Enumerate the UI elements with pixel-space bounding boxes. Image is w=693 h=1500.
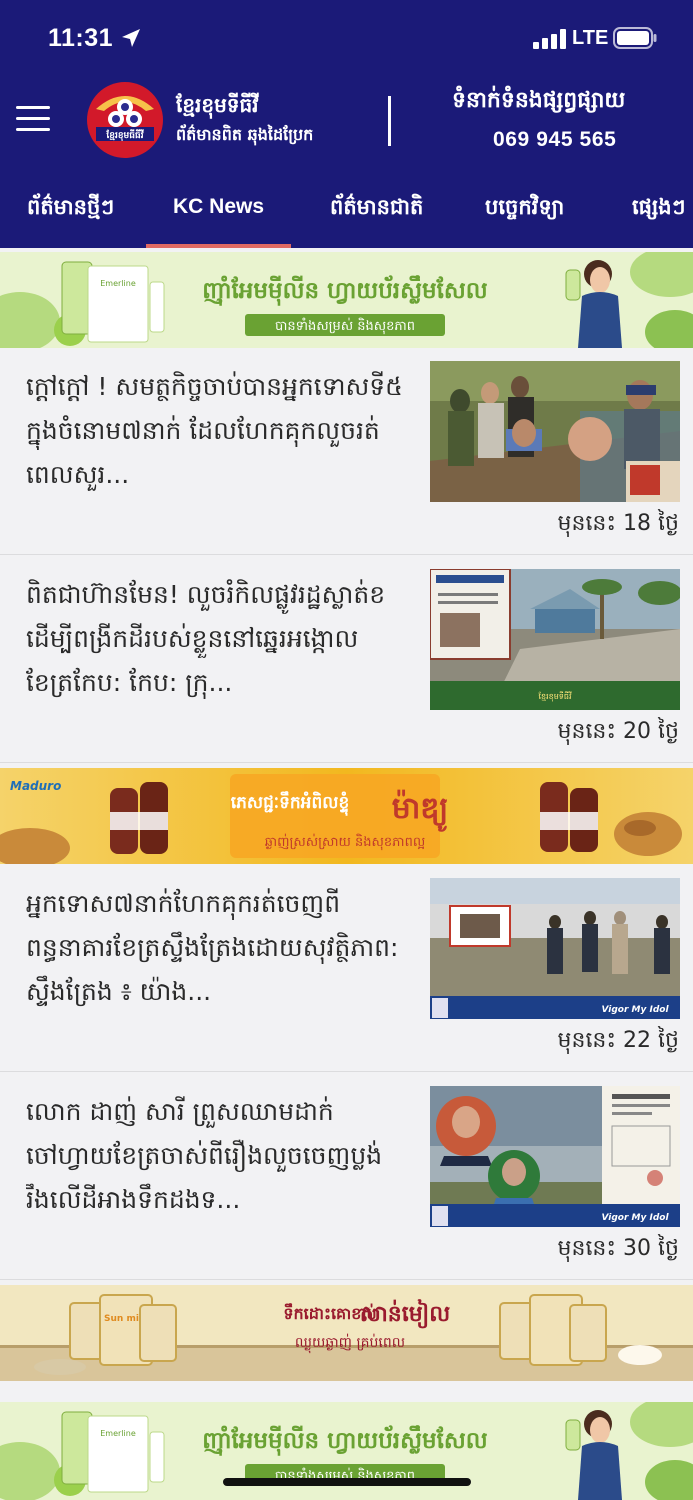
active-tab-indicator — [146, 244, 292, 248]
tab-technology[interactable]: បច្ចេកវិទ្យា — [485, 180, 564, 248]
tab-latest-news[interactable]: ព័ត៌មានថ្មីៗ — [27, 180, 114, 248]
brand-logo[interactable]: ខ្មែរខុមធីធីវី — [86, 81, 164, 159]
news-thumbnail: Vigor My Idol — [430, 1086, 680, 1227]
news-item[interactable]: ពិតជាហ៊ានមែន! លួចរំកិលផ្លូវរដ្ឋស្លាត់ខដើ… — [0, 557, 693, 763]
ad-banner-maduro[interactable]: Maduro ភេសជ្ជៈទឹកអំពិលខ្ទុំ ម៉ាឌ្យូ ឆ្ងា… — [0, 768, 693, 864]
ad-subline: បានទាំងសម្រស់ និងសុខភាព — [275, 317, 415, 335]
news-date: មុននេះ 18 ថ្ងៃ — [557, 511, 679, 536]
category-tabs: ព័ត៌មានថ្មីៗ KC News ព័ត៌មានជាតិ បច្ចេកវ… — [0, 180, 693, 248]
tab-national-news[interactable]: ព័ត៌មានជាតិ — [330, 180, 423, 248]
app-header: 11:31 LTE ខ្មែរខុមធីធីវី ខ្មែរខុមទីធីវី … — [0, 0, 693, 248]
signal-icon — [533, 29, 566, 49]
thumb-banner-text: Vigor My Idol — [601, 1005, 669, 1015]
tab-label: ព័ត៌មានជាតិ — [330, 195, 424, 219]
ad-headline: ញ៉ាំអែមម៉ីលីន ហ្វាយប័រស្លឹមសែល — [202, 1425, 488, 1456]
ad-brand-name: ម៉ាឌ្យូ — [392, 789, 449, 832]
ad-product-name: Emerline — [100, 279, 136, 288]
tab-label: ផ្សេងៗ — [632, 195, 686, 219]
news-date: មុននេះ 30 ថ្ងៃ — [557, 1236, 679, 1261]
tab-label: បច្ចេកវិទ្យា — [485, 195, 565, 219]
news-thumbnail: Vigor My Idol — [430, 878, 680, 1019]
ad-banner-emerline[interactable]: Emerline ញ៉ាំអែមម៉ីលីន ហ្វាយប័រស្លឹមសែល … — [0, 252, 693, 348]
news-title: លោក ដាញ់ សារី ព្រួសឈាមដាក់ចៅហ្វាយខែត្រចា… — [26, 1097, 383, 1214]
tab-others[interactable]: ផ្សេងៗ — [632, 180, 685, 248]
tab-label: ព័ត៌មានថ្មីៗ — [27, 195, 115, 219]
ad-brand-name: សាន់មៀល — [360, 1299, 450, 1329]
hamburger-menu-icon[interactable] — [16, 106, 50, 134]
tab-label: KC News — [173, 195, 265, 218]
tab-kc-news[interactable]: KC News — [146, 180, 292, 248]
thumb-banner-text: Vigor My Idol — [601, 1213, 669, 1223]
news-title: ក្តៅក្តៅ ! សមត្ថកិច្ចចាប់បានអ្នកទោសទី៥ ក… — [26, 372, 403, 489]
news-title: អ្នកទោស៧នាក់ហែកគុករត់ចេញពីពន្ធនាគារខែត្រ… — [26, 889, 399, 1006]
status-time: 11:31 — [48, 24, 114, 52]
ad-brand-mark: Maduro — [10, 779, 61, 793]
logo-wordmark: ខ្មែរខុមធីធីវី — [105, 129, 144, 142]
ad-banner-sunmilk[interactable]: Sun milk ទឹកដោះគោខាប់ សាន់មៀល ឈ្ងុយឆ្ងាញ… — [0, 1285, 693, 1381]
news-thumbnail — [430, 361, 680, 502]
news-date: មុននេះ 20 ថ្ងៃ — [557, 719, 679, 744]
ad-product-name: Emerline — [100, 1429, 136, 1438]
ad-subline: ឆ្ងាញ់ស្រស់ស្រាយ និងសុខភាពល្អ — [265, 833, 425, 851]
status-bar: 11:31 LTE — [0, 0, 693, 72]
news-item[interactable]: លោក ដាញ់ សារី ព្រួសឈាមដាក់ចៅហ្វាយខែត្រចា… — [0, 1074, 693, 1280]
battery-icon — [613, 27, 657, 49]
header-divider — [388, 96, 391, 146]
ad-subline: ឈ្ងុយឆ្ងាញ់ គ្រប់ពេល — [295, 1333, 405, 1354]
news-title: ពិតជាហ៊ានមែន! លួចរំកិលផ្លូវរដ្ឋស្លាត់ខដើ… — [26, 580, 386, 697]
network-type: LTE — [572, 27, 609, 49]
ad-headline: ភេសជ្ជៈទឹកអំពិលខ្ទុំ — [231, 791, 350, 816]
ad-contact-label: ទំនាក់ទំនងផ្សព្វផ្សាយ — [452, 88, 626, 113]
news-date: មុននេះ 22 ថ្ងៃ — [557, 1028, 679, 1053]
news-item[interactable]: អ្នកទោស៧នាក់ហែកគុករត់ចេញពីពន្ធនាគារខែត្រ… — [0, 866, 693, 1072]
ad-contact-phone[interactable]: 069 945 565 — [493, 128, 616, 152]
news-thumbnail: ខ្មែរខុមទីធីវី — [430, 569, 680, 710]
thumb-caption: ខ្មែរខុមទីធីវី — [538, 691, 571, 702]
location-arrow-icon — [122, 29, 140, 47]
ad-headline: ញ៉ាំអែមម៉ីលីន ហ្វាយប័រស្លឹមសែល — [202, 275, 488, 306]
news-item[interactable]: ក្តៅក្តៅ ! សមត្ថកិច្ចចាប់បានអ្នកទោសទី៥ ក… — [0, 349, 693, 555]
brand-name: ខ្មែរខុមទីធីវី — [176, 93, 259, 117]
brand-tagline: ព័ត៌មានពិត ឆុងដៃប្រែក — [176, 125, 314, 144]
home-indicator[interactable] — [223, 1478, 471, 1486]
